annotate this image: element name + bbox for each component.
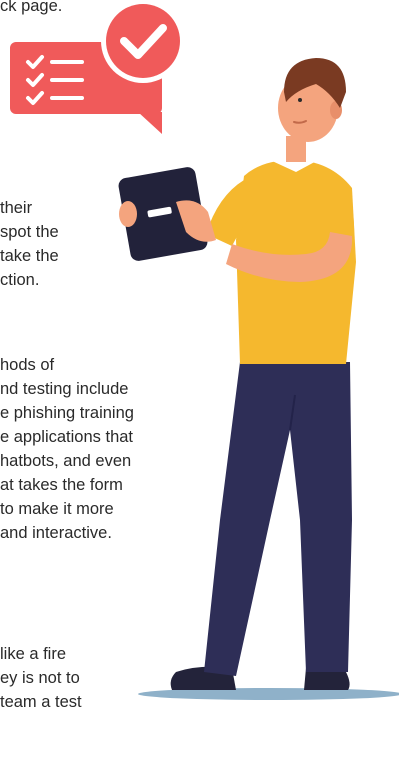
person-figure <box>118 58 356 690</box>
checkmark-circle-icon <box>101 0 185 83</box>
illustration <box>10 0 399 700</box>
